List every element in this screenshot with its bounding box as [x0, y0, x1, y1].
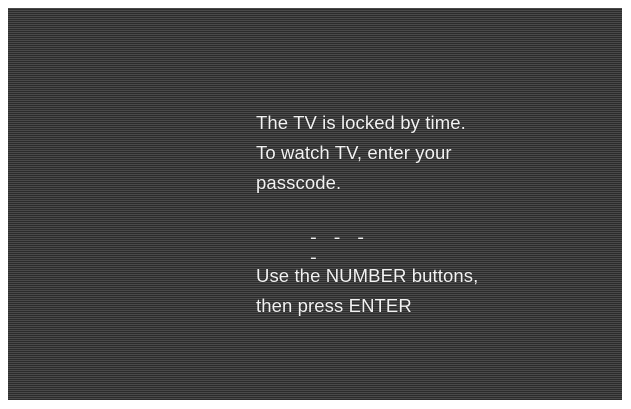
lock-dialog: The TV is locked by time. To watch TV, e…: [256, 108, 596, 316]
instruction-line-1: Use the NUMBER buttons,: [256, 265, 479, 286]
lock-message-line-2: To watch TV, enter your: [256, 142, 452, 163]
instruction-line-2: then press ENTER: [256, 295, 412, 316]
passcode-entry-field[interactable]: - - - -: [308, 229, 368, 269]
tv-screen: The TV is locked by time. To watch TV, e…: [8, 8, 622, 400]
instructions: Use the NUMBER buttons, then press ENTER: [256, 261, 596, 321]
lock-message-line-1: The TV is locked by time.: [256, 112, 466, 133]
lock-message-line-3: passcode.: [256, 172, 342, 193]
